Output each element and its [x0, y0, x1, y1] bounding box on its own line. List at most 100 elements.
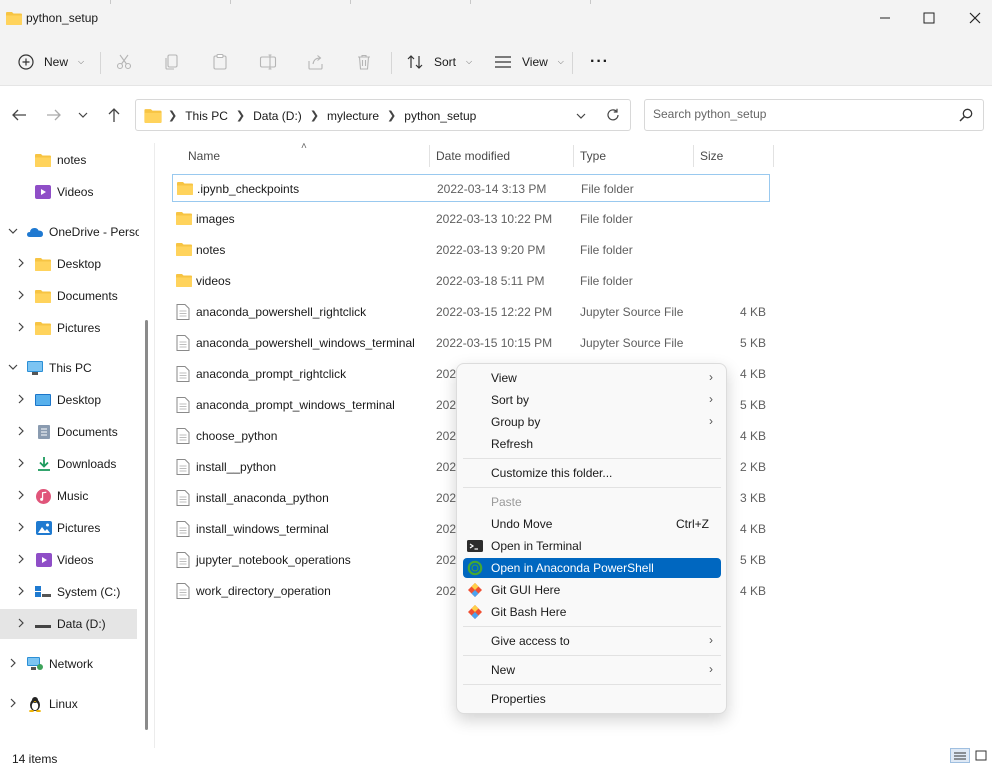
- column-header-date[interactable]: Date modified: [436, 143, 510, 169]
- breadcrumb-item-this-pc[interactable]: This PC: [181, 109, 232, 123]
- breadcrumb-item-data-drive[interactable]: Data (D:): [249, 109, 306, 123]
- tiles-view-button[interactable]: [972, 748, 992, 763]
- chevron-right-icon[interactable]: ❯: [383, 109, 400, 122]
- menu-item-customize-folder[interactable]: Customize this folder...: [463, 463, 721, 483]
- chevron-right-icon[interactable]: [14, 258, 28, 271]
- chevron-right-icon[interactable]: [14, 490, 28, 503]
- sidebar-item-music[interactable]: Music: [0, 481, 140, 511]
- column-divider[interactable]: [429, 145, 430, 167]
- menu-item-view[interactable]: View ›: [463, 368, 721, 388]
- sidebar-item-videos-quick[interactable]: Videos: [0, 177, 140, 207]
- new-button[interactable]: New ⌵: [18, 48, 84, 76]
- sidebar-item-notes[interactable]: notes: [0, 145, 140, 175]
- menu-item-group-by[interactable]: Group by ›: [463, 412, 721, 432]
- maximize-button[interactable]: [906, 0, 952, 36]
- chevron-right-icon[interactable]: ❯: [232, 109, 249, 122]
- column-header-size[interactable]: Size: [700, 143, 723, 169]
- up-button[interactable]: [104, 107, 124, 123]
- file-row[interactable]: anaconda_powershell_rightclick 2022-03-1…: [172, 298, 770, 326]
- search-box[interactable]: [644, 99, 984, 131]
- menu-item-paste[interactable]: Paste: [463, 492, 721, 512]
- menu-item-refresh[interactable]: Refresh: [463, 434, 721, 454]
- sidebar-item-network[interactable]: Network: [0, 649, 140, 679]
- chevron-right-icon[interactable]: [14, 618, 28, 631]
- sidebar-item-pictures-onedrive[interactable]: Pictures: [0, 313, 140, 343]
- column-divider[interactable]: [693, 145, 694, 167]
- cut-button[interactable]: [115, 48, 133, 76]
- file-row[interactable]: images 2022-03-13 10:22 PM File folder: [172, 205, 770, 233]
- file-row[interactable]: .ipynb_checkpoints 2022-03-14 3:13 PM Fi…: [172, 174, 770, 202]
- chevron-right-icon[interactable]: [14, 554, 28, 567]
- sidebar-item-system-c[interactable]: System (C:): [0, 577, 140, 607]
- sidebar-scrollbar[interactable]: [145, 320, 148, 730]
- sidebar-item-data-d[interactable]: Data (D:): [0, 609, 137, 639]
- breadcrumb-item-python-setup[interactable]: python_setup: [400, 109, 480, 123]
- menu-item-new[interactable]: New ›: [463, 660, 721, 680]
- menu-item-open-in-terminal[interactable]: Open in Terminal: [463, 536, 721, 556]
- menu-item-git-bash-here[interactable]: Git Bash Here: [463, 602, 721, 622]
- sidebar-item-onedrive[interactable]: OneDrive - Perso: [0, 217, 140, 247]
- menu-item-label: Properties: [491, 692, 546, 706]
- column-divider[interactable]: [773, 145, 774, 167]
- column-header-type[interactable]: Type: [580, 143, 606, 169]
- search-input[interactable]: [653, 107, 953, 121]
- share-button[interactable]: [307, 48, 325, 76]
- view-button[interactable]: View ⌵: [494, 48, 564, 76]
- chevron-right-icon[interactable]: [14, 458, 28, 471]
- sidebar-item-linux[interactable]: Linux: [0, 689, 140, 719]
- file-row[interactable]: videos 2022-03-18 5:11 PM File folder: [172, 267, 770, 295]
- chevron-right-icon[interactable]: ❯: [164, 109, 181, 122]
- search-icon[interactable]: [959, 108, 973, 122]
- menu-item-properties[interactable]: Properties: [463, 689, 721, 709]
- column-divider[interactable]: [573, 145, 574, 167]
- menu-item-label: New: [491, 663, 516, 677]
- sidebar-item-videos[interactable]: Videos: [0, 545, 140, 575]
- sidebar-item-this-pc[interactable]: This PC: [0, 353, 140, 383]
- sort-button[interactable]: Sort ⌵: [406, 48, 472, 76]
- menu-item-undo-move[interactable]: Undo Move Ctrl+Z: [463, 514, 721, 534]
- more-options-button[interactable]: ···: [590, 48, 609, 76]
- details-view-button[interactable]: [950, 748, 970, 763]
- file-type: Jupyter Source File: [580, 305, 684, 319]
- chevron-right-icon[interactable]: [14, 586, 28, 599]
- menu-item-open-in-anaconda-powershell[interactable]: Open in Anaconda PowerShell: [463, 558, 721, 578]
- sidebar-item-desktop[interactable]: Desktop: [0, 385, 140, 415]
- sidebar-item-downloads[interactable]: Downloads: [0, 449, 140, 479]
- minimize-button[interactable]: [862, 0, 908, 36]
- address-bar[interactable]: ❯ This PC ❯ Data (D:) ❯ mylecture ❯ pyth…: [135, 99, 631, 131]
- recent-locations-button[interactable]: [76, 107, 90, 123]
- address-history-chevron-icon[interactable]: [576, 112, 586, 120]
- delete-button[interactable]: [355, 48, 373, 76]
- file-row[interactable]: notes 2022-03-13 9:20 PM File folder: [172, 236, 770, 264]
- chevron-right-icon[interactable]: [6, 658, 20, 671]
- file-icon: [176, 304, 190, 320]
- sidebar-item-desktop-onedrive[interactable]: Desktop: [0, 249, 140, 279]
- chevron-right-icon[interactable]: ❯: [306, 109, 323, 122]
- file-row[interactable]: anaconda_powershell_windows_terminal 202…: [172, 329, 770, 357]
- chevron-right-icon[interactable]: [6, 698, 20, 711]
- copy-button[interactable]: [163, 48, 181, 76]
- sidebar-item-pictures[interactable]: Pictures: [0, 513, 140, 543]
- sidebar-item-label: Data (D:): [57, 617, 106, 631]
- chevron-down-icon[interactable]: [6, 227, 20, 238]
- sidebar-item-documents[interactable]: Documents: [0, 417, 140, 447]
- back-button[interactable]: [9, 107, 29, 123]
- paste-button[interactable]: [211, 48, 229, 76]
- menu-item-give-access[interactable]: Give access to ›: [463, 631, 721, 651]
- close-button[interactable]: [952, 0, 992, 36]
- column-header-name[interactable]: Name: [188, 143, 220, 169]
- menu-item-git-gui-here[interactable]: Git GUI Here: [463, 580, 721, 600]
- sidebar-item-documents-onedrive[interactable]: Documents: [0, 281, 140, 311]
- chevron-down-icon[interactable]: [6, 363, 20, 374]
- chevron-right-icon[interactable]: [14, 322, 28, 335]
- chevron-right-icon[interactable]: [14, 522, 28, 535]
- refresh-icon[interactable]: [606, 108, 620, 122]
- breadcrumb-item-mylecture[interactable]: mylecture: [323, 109, 383, 123]
- new-label: New: [44, 55, 69, 69]
- rename-button[interactable]: [259, 48, 277, 76]
- forward-button[interactable]: [44, 107, 64, 123]
- chevron-right-icon[interactable]: [14, 290, 28, 303]
- menu-item-sort-by[interactable]: Sort by ›: [463, 390, 721, 410]
- chevron-right-icon[interactable]: [14, 394, 28, 407]
- chevron-right-icon[interactable]: [14, 426, 28, 439]
